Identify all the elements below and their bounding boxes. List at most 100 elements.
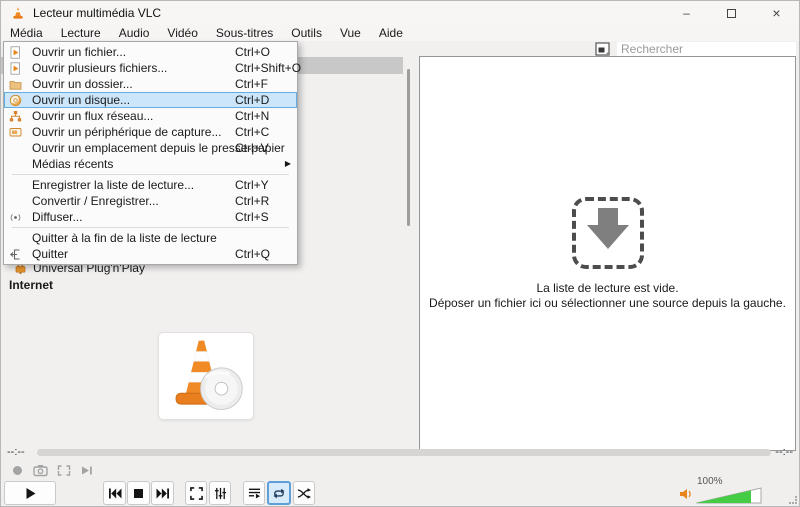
- stop-button[interactable]: [127, 481, 150, 505]
- playlist-empty-title: La liste de lecture est vide.: [536, 281, 678, 296]
- menu-item-label: Ouvrir un flux réseau...: [32, 109, 153, 123]
- loop-button[interactable]: [267, 481, 291, 505]
- menu-item-shortcut: Ctrl+F: [235, 76, 268, 92]
- file-play-icon: [9, 46, 22, 59]
- ab-loop-icon[interactable]: [57, 464, 71, 477]
- playlist-empty-subtitle: Déposer un fichier ici ou sélectionner u…: [429, 296, 786, 311]
- menu-item-label: Ouvrir un fichier...: [32, 45, 126, 59]
- fullscreen-button[interactable]: [185, 481, 207, 505]
- menu-item-medias-recents[interactable]: Médias récents ▶: [4, 156, 297, 172]
- play-button[interactable]: [4, 481, 56, 505]
- network-icon: [9, 110, 22, 123]
- menu-item-ouvrir-flux-reseau[interactable]: Ouvrir un flux réseau... Ctrl+N: [4, 108, 297, 124]
- menu-bar: Média Lecture Audio Vidéo Sous-titres Ou…: [1, 25, 799, 41]
- menu-item-label: Convertir / Enregistrer...: [32, 194, 159, 208]
- menu-item-convertir-enregistrer[interactable]: Convertir / Enregistrer... Ctrl+R: [4, 193, 297, 209]
- menu-item-label: Quitter à la fin de la liste de lecture: [32, 231, 217, 245]
- menu-item-shortcut: Ctrl+Y: [235, 177, 269, 193]
- menu-item-label: Médias récents: [32, 157, 113, 171]
- stop-icon: [134, 489, 143, 498]
- download-arrow-icon: [587, 225, 629, 249]
- maximize-button[interactable]: [709, 1, 754, 25]
- equalizer-icon: [214, 487, 227, 500]
- menu-item-label: Ouvrir un périphérique de capture...: [32, 125, 221, 139]
- menu-item-shortcut: Ctrl+R: [235, 193, 269, 209]
- exit-icon: [9, 248, 22, 261]
- playlist-panel: La liste de lecture est vide. Déposer un…: [419, 56, 796, 451]
- capture-icon: [9, 126, 22, 139]
- previous-button[interactable]: [103, 481, 126, 505]
- menu-item-label: Ouvrir un dossier...: [32, 77, 133, 91]
- vlc-cone-logo: [165, 337, 247, 415]
- minimize-button[interactable]: –: [664, 1, 709, 25]
- menu-item-shortcut: Ctrl+Q: [235, 246, 270, 262]
- record-icon[interactable]: [11, 464, 24, 477]
- menu-item-label: Ouvrir plusieurs fichiers...: [32, 61, 167, 75]
- media-menu: Ouvrir un fichier... Ctrl+O Ouvrir plusi…: [3, 41, 298, 265]
- menubar-item-vue[interactable]: Vue: [331, 25, 370, 41]
- menu-item-quitter[interactable]: Quitter Ctrl+Q: [4, 246, 297, 262]
- maximize-icon: [727, 9, 736, 18]
- playlist-button[interactable]: [243, 481, 265, 505]
- shuffle-icon: [297, 488, 311, 499]
- menu-item-ouvrir-emplacement-presse-papier[interactable]: Ouvrir un emplacement depuis le presse-p…: [4, 140, 297, 156]
- menu-item-ouvrir-dossier[interactable]: Ouvrir un dossier... Ctrl+F: [4, 76, 297, 92]
- drop-zone[interactable]: [572, 197, 644, 269]
- folder-icon: [9, 78, 22, 91]
- menu-item-ouvrir-fichier[interactable]: Ouvrir un fichier... Ctrl+O: [4, 44, 297, 60]
- menubar-item-outils[interactable]: Outils: [282, 25, 331, 41]
- menu-item-ouvrir-disque[interactable]: Ouvrir un disque... Ctrl+D: [4, 92, 297, 108]
- submenu-arrow-icon: ▶: [285, 156, 291, 172]
- menubar-item-media[interactable]: Média: [1, 25, 52, 41]
- window-title: Lecteur multimédia VLC: [33, 6, 161, 20]
- menu-item-ouvrir-peripherique-capture[interactable]: Ouvrir un périphérique de capture... Ctr…: [4, 124, 297, 140]
- menu-item-shortcut: Ctrl+D: [235, 92, 269, 108]
- broadcast-icon: [9, 211, 22, 224]
- snapshot-icon[interactable]: [33, 464, 48, 477]
- menubar-item-aide[interactable]: Aide: [370, 25, 412, 41]
- menu-separator: [12, 174, 289, 175]
- sidebar-scrollbar[interactable]: [407, 69, 410, 226]
- menubar-item-lecture[interactable]: Lecture: [52, 25, 110, 41]
- menubar-item-sous-titres[interactable]: Sous-titres: [207, 25, 282, 41]
- playlist-icon: [248, 487, 261, 499]
- close-button[interactable]: ×: [754, 1, 799, 25]
- title-bar: Lecteur multimédia VLC – ×: [1, 1, 799, 25]
- speaker-icon[interactable]: [679, 488, 694, 500]
- seek-row: --:-- --:--: [1, 445, 799, 461]
- menu-item-label: Diffuser...: [32, 210, 82, 224]
- menu-item-shortcut: Ctrl+O: [235, 44, 270, 60]
- extended-settings-button[interactable]: [209, 481, 231, 505]
- menu-item-label: Ouvrir un disque...: [32, 93, 130, 107]
- transport-controls: 100%: [1, 480, 799, 506]
- fullscreen-icon: [190, 487, 203, 500]
- volume-percentage: 100%: [697, 476, 723, 487]
- change-view-icon[interactable]: [595, 42, 611, 57]
- menubar-item-audio[interactable]: Audio: [110, 25, 159, 41]
- menu-item-quitter-fin-liste[interactable]: Quitter à la fin de la liste de lecture: [4, 230, 297, 246]
- sidebar-header-internet[interactable]: Internet: [9, 278, 53, 292]
- search-input[interactable]: [617, 42, 796, 57]
- next-button[interactable]: [151, 481, 174, 505]
- frame-by-frame-icon[interactable]: [80, 464, 93, 477]
- menu-item-diffuser[interactable]: Diffuser... Ctrl+S: [4, 209, 297, 225]
- time-total: --:--: [775, 446, 793, 458]
- shuffle-button[interactable]: [293, 481, 315, 505]
- advanced-toolbar: [11, 462, 93, 478]
- menu-item-shortcut: Ctrl+S: [235, 209, 269, 225]
- menubar-item-video[interactable]: Vidéo: [158, 25, 206, 41]
- seek-slider[interactable]: [37, 449, 771, 456]
- disc-icon: [9, 94, 22, 107]
- menu-item-enregistrer-liste[interactable]: Enregistrer la liste de lecture... Ctrl+…: [4, 177, 297, 193]
- volume-slider[interactable]: [696, 487, 762, 504]
- menu-item-shortcut: Ctrl+N: [235, 108, 269, 124]
- time-elapsed: --:--: [7, 446, 25, 458]
- vlc-app-icon: [11, 6, 25, 20]
- menu-separator: [12, 227, 289, 228]
- volume-group: 100%: [679, 480, 789, 506]
- resize-grip[interactable]: [789, 496, 797, 504]
- menu-item-shortcut: Ctrl+Shift+O: [235, 60, 301, 76]
- file-play-icon: [9, 62, 22, 75]
- menu-item-ouvrir-plusieurs-fichiers[interactable]: Ouvrir plusieurs fichiers... Ctrl+Shift+…: [4, 60, 297, 76]
- loop-icon: [272, 488, 286, 499]
